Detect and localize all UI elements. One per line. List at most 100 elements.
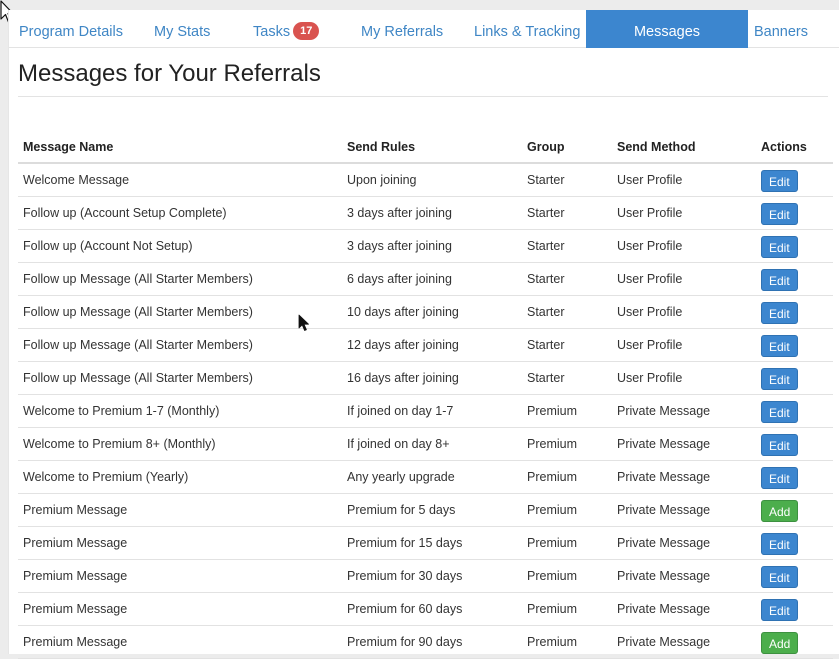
group-cell: Premium [527,404,578,418]
edit-button[interactable]: Edit [761,367,798,390]
actions-cell: Edit [761,593,798,626]
send-method-cell: User Profile [617,371,683,385]
top-strip [0,0,839,10]
edit-button[interactable]: Edit [761,334,798,357]
table-row: Follow up Message (All Starter Members) 1… [18,296,833,329]
actions-cell: Edit [761,527,798,560]
actions-cell: Edit [761,560,798,593]
send-rule-cell: If joined on day 8+ [347,437,450,451]
table-row: Premium Message Premium for 15 days Premiu… [18,527,833,560]
tab-messages[interactable]: Messages [586,10,748,48]
message-name-cell: Follow up Message (All Starter Members) [23,305,253,319]
tab-links-tracking[interactable]: Links & Tracking [474,10,580,48]
message-name-cell: Welcome Message [23,173,130,187]
edit-button[interactable]: Edit [761,466,798,489]
table-row: Premium Message Premium for 90 days Premiu… [18,626,833,659]
header-message-name: Message Name [23,140,114,154]
message-name-cell: Welcome to Premium 8+ (Monthly) [23,437,216,451]
edit-button[interactable]: Edit [761,433,798,456]
table-row: Follow up (Account Not Setup) 3 days afte… [18,230,833,263]
send-rule-cell: Any yearly upgrade [347,470,455,484]
tab-label: Tasks [253,24,291,40]
table-row: Premium Message Premium for 60 days Premiu… [18,593,833,626]
send-method-cell: User Profile [617,239,683,253]
tab-label: My Referrals [361,24,444,40]
actions-cell: Edit [761,329,798,362]
actions-cell: Edit [761,197,798,230]
add-button[interactable]: Add [761,631,799,654]
nav-tabs: Program Details My Stats Tasks 17 My Refe… [9,10,839,48]
edit-button[interactable]: Edit [761,268,798,291]
send-rule-cell: If joined on day 1-7 [347,404,454,418]
table-row: Follow up Message (All Starter Members) 1… [18,362,833,395]
edit-button[interactable]: Edit [761,400,798,423]
send-rule-cell: 12 days after joining [347,338,459,352]
message-name-cell: Welcome to Premium (Yearly) [23,470,189,484]
message-name-cell: Premium Message [23,602,128,616]
edit-button[interactable]: Edit [761,169,798,192]
edit-button[interactable]: Edit [761,235,798,258]
send-method-cell: User Profile [617,272,683,286]
edit-button[interactable]: Edit [761,532,798,555]
table-row: Follow up (Account Setup Complete) 3 days… [18,197,833,230]
edit-button[interactable]: Edit [761,565,798,588]
edit-button[interactable]: Edit [761,202,798,225]
send-rule-cell: Premium for 90 days [347,635,463,649]
main-panel: Program Details My Stats Tasks 17 My Refe… [8,10,839,659]
send-method-cell: Private Message [617,404,711,418]
actions-cell: Edit [761,164,798,197]
actions-cell: Add [761,494,799,527]
group-cell: Premium [527,602,578,616]
send-rule-cell: 6 days after joining [347,272,452,286]
title-divider [18,96,828,97]
group-cell: Starter [527,173,565,187]
edit-button[interactable]: Edit [761,301,798,324]
message-name-cell: Follow up Message (All Starter Members) [23,272,253,286]
group-cell: Premium [527,470,578,484]
send-rule-cell: Upon joining [347,173,417,187]
send-rule-cell: 16 days after joining [347,371,459,385]
group-cell: Premium [527,569,578,583]
message-name-cell: Follow up Message (All Starter Members) [23,371,253,385]
message-name-cell: Premium Message [23,503,128,517]
tasks-count-badge: 17 [293,22,320,40]
message-name-cell: Follow up (Account Setup Complete) [23,206,227,220]
add-button[interactable]: Add [761,499,799,522]
tab-my-referrals[interactable]: My Referrals [361,10,443,48]
tab-label: Links & Tracking [474,24,581,40]
page-title: Messages for Your Referrals [18,60,321,87]
send-rule-cell: Premium for 15 days [347,536,463,550]
table-row: Follow up Message (All Starter Members) 1… [18,329,833,362]
tab-my-stats[interactable]: My Stats [154,10,210,48]
actions-cell: Edit [761,362,798,395]
table-body: Welcome Message Upon joining Starter User P… [18,164,833,659]
send-method-cell: User Profile [617,305,683,319]
send-method-cell: Private Message [617,470,711,484]
send-method-cell: Private Message [617,536,711,550]
table-header: Message Name Send Rules Group Send Metho… [18,137,833,164]
send-method-cell: Private Message [617,569,711,583]
group-cell: Starter [527,338,565,352]
group-cell: Starter [527,239,565,253]
tab-banners[interactable]: Banners [754,10,808,48]
actions-cell: Edit [761,428,798,461]
messages-table: Message Name Send Rules Group Send Metho… [18,137,833,659]
message-name-cell: Follow up (Account Not Setup) [23,239,193,253]
send-rule-cell: 3 days after joining [347,206,452,220]
send-method-cell: Private Message [617,602,711,616]
table-row: Premium Message Premium for 30 days Premiu… [18,560,833,593]
tab-tasks[interactable]: Tasks 17 [253,10,320,48]
header-send-method: Send Method [617,140,696,154]
table-row: Premium Message Premium for 5 days Premium… [18,494,833,527]
message-name-cell: Premium Message [23,635,128,649]
actions-cell: Edit [761,296,798,329]
actions-cell: Edit [761,395,798,428]
group-cell: Premium [527,503,578,517]
message-name-cell: Premium Message [23,569,128,583]
edit-button[interactable]: Edit [761,598,798,621]
table-row: Welcome to Premium 1-7 (Monthly) If joine… [18,395,833,428]
tab-program-details[interactable]: Program Details [19,10,123,48]
group-cell: Starter [527,206,565,220]
send-method-cell: User Profile [617,173,683,187]
tab-label: Messages [633,24,701,40]
